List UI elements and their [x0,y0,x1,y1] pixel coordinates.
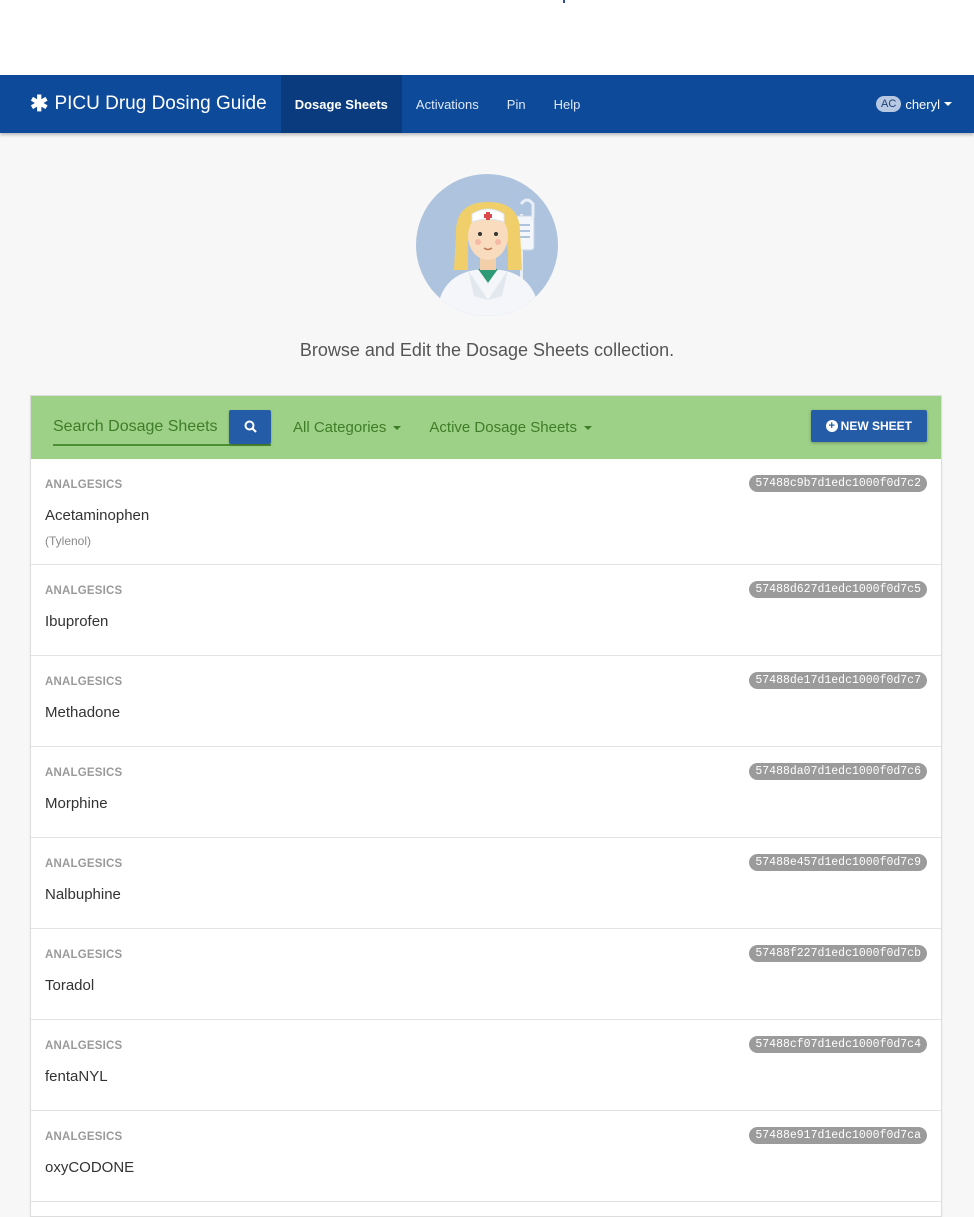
id-badge: 57488d627d1edc1000f0d7c5 [749,581,927,598]
nurse-avatar-illustration [416,174,558,316]
nav-help[interactable]: Help [540,75,595,133]
sheet-brand-name: (Tylenol) [45,534,92,548]
sheet-list: ANALGESICS Acetaminophen (Tylenol) 57488… [31,459,941,1202]
caret-down-icon [583,425,592,430]
user-menu[interactable]: AC cheryl [876,75,974,133]
search-input[interactable] [53,411,229,442]
nav-label: Pin [506,96,526,112]
asterisk-icon: ✱ [30,91,49,116]
nav-label: Help [553,96,581,112]
id-badge: 57488de17d1edc1000f0d7c7 [749,672,927,689]
avatar: AC [876,96,902,112]
list-item[interactable]: ANALGESICS fentaNYL 57488cf07d1edc1000f0… [31,1020,941,1111]
list-item[interactable]: ANALGESICS Acetaminophen (Tylenol) 57488… [31,459,941,565]
brand-title: PICU Drug Dosing Guide [54,93,267,114]
id-badge: 57488da07d1edc1000f0d7c6 [749,763,927,780]
list-item[interactable]: ANALGESICS oxyCODONE 57488e917d1edc1000f… [31,1111,941,1202]
sheet-name: fentaNYL [45,1068,108,1085]
page-tagline: Browse and Edit the Dosage Sheets collec… [299,340,675,360]
status-filter-label: Active Dosage Sheets [429,419,577,436]
list-item[interactable]: ANALGESICS Nalbuphine 57488e457d1edc1000… [31,838,941,929]
new-sheet-button[interactable]: + NEW SHEET [810,410,927,442]
sheet-name: Methadone [45,704,121,721]
top-whitespace [0,0,974,75]
hero: Browse and Edit the Dosage Sheets collec… [0,133,974,361]
sheet-name: oxyCODONE [45,1159,135,1176]
sheet-name: Nalbuphine [45,886,121,903]
id-badge: 57488c9b7d1edc1000f0d7c2 [749,475,927,492]
id-badge: 57488cf07d1edc1000f0d7c4 [749,1036,927,1053]
search-button[interactable] [229,409,271,444]
nav-activations[interactable]: Activations [402,75,493,133]
search-group [53,409,271,446]
nav-label: Activations [415,96,479,112]
id-badge: 57488f227d1edc1000f0d7cb [749,945,927,962]
sheet-name: Acetaminophen [45,507,150,524]
sheet-name: Toradol [45,977,95,994]
status-filter-dropdown[interactable]: Active Dosage Sheets [429,419,592,436]
nav-pin[interactable]: Pin [493,75,540,133]
dosage-sheets-panel: All Categories Active Dosage Sheets + NE… [30,395,942,1217]
list-item[interactable]: ANALGESICS Methadone 57488de17d1edc1000f… [31,656,941,747]
nav-label: Dosage Sheets [294,96,388,112]
category-filter-label: All Categories [293,419,387,436]
list-item[interactable]: ANALGESICS Ibuprofen 57488d627d1edc1000f… [31,565,941,656]
brand-link[interactable]: ✱ PICU Drug Dosing Guide [0,75,281,133]
top-navbar: ✱ PICU Drug Dosing Guide Dosage Sheets A… [0,75,974,133]
category-filter-dropdown[interactable]: All Categories [293,419,402,436]
list-item[interactable]: ANALGESICS Morphine 57488da07d1edc1000f0… [31,747,941,838]
id-badge: 57488e457d1edc1000f0d7c9 [749,854,927,871]
caret-down-icon [393,425,402,430]
cursor-mark [563,0,565,3]
nav-dosage-sheets[interactable]: Dosage Sheets [280,75,402,133]
filter-toolbar: All Categories Active Dosage Sheets + NE… [31,396,941,459]
list-item[interactable]: ANALGESICS Toradol 57488f227d1edc1000f0d… [31,929,941,1020]
caret-down-icon [944,102,952,106]
user-name: cheryl [905,96,940,112]
search-icon [244,420,257,433]
id-badge: 57488e917d1edc1000f0d7ca [749,1127,927,1144]
sheet-name: Morphine [45,795,108,812]
plus-circle-icon: + [825,420,838,432]
new-sheet-label: NEW SHEET [840,419,912,433]
sheet-name: Ibuprofen [45,613,109,630]
